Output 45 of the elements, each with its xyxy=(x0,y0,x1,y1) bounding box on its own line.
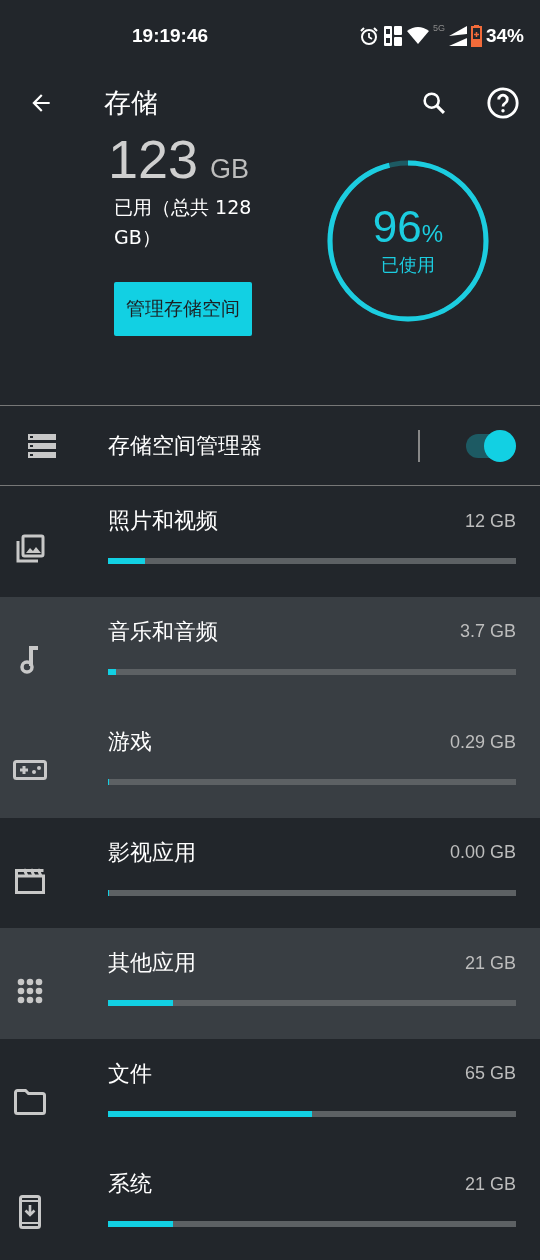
category-size: 0.29 GB xyxy=(449,731,516,753)
category-name: 影视应用 xyxy=(108,838,196,867)
phone-download-icon xyxy=(19,1195,41,1230)
sim-icon xyxy=(382,25,403,47)
percent-value: 96 xyxy=(372,205,422,249)
category-size: 21 GB xyxy=(464,1173,516,1195)
percent-sign: % xyxy=(421,220,444,248)
photo-library-icon xyxy=(14,533,46,566)
used-unit: GB xyxy=(210,154,250,185)
used-amount: 123 xyxy=(108,130,199,190)
list-icon xyxy=(28,433,56,458)
category-name: 游戏 xyxy=(108,728,152,756)
help-icon xyxy=(486,86,520,120)
category-name: 系统 xyxy=(108,1170,152,1198)
wifi-icon xyxy=(406,27,429,45)
category-size: 0.00 GB xyxy=(449,842,516,863)
category-size: 65 GB xyxy=(464,1063,516,1084)
search-icon xyxy=(420,89,448,117)
category-name: 照片和视频 xyxy=(108,507,218,535)
gamepad-icon xyxy=(13,760,47,781)
clapperboard-icon xyxy=(15,867,45,894)
apps-grid-icon xyxy=(17,978,43,1005)
storage-manager-switch[interactable] xyxy=(464,429,516,462)
category-row[interactable]: 游戏 0.29 GB xyxy=(0,707,540,818)
used-caption: 已用（总共 128 GB） xyxy=(114,195,253,250)
battery-percent: 34% xyxy=(485,25,524,47)
storage-manager-label: 存储空间管理器 xyxy=(108,431,263,460)
network-label: 5G xyxy=(432,23,445,33)
category-row[interactable]: 其他应用 21 GB xyxy=(0,928,540,1039)
page-title: 存储 xyxy=(104,86,159,120)
category-size: 3.7 GB xyxy=(459,621,516,642)
category-name: 音乐和音频 xyxy=(108,617,218,646)
battery-icon xyxy=(470,25,482,47)
category-row[interactable]: 音乐和音频 3.7 GB xyxy=(0,596,540,707)
music-note-icon xyxy=(20,645,40,674)
category-size: 21 GB xyxy=(464,952,516,974)
category-size: 12 GB xyxy=(464,510,516,532)
folder-icon xyxy=(14,1088,46,1115)
alarm-icon xyxy=(358,26,379,46)
manage-storage-button[interactable]: 管理存储空间 xyxy=(114,282,252,337)
category-name: 其他应用 xyxy=(108,949,196,977)
category-name: 文件 xyxy=(108,1059,152,1088)
percent-caption: 已使用 xyxy=(381,253,435,277)
signal-icon xyxy=(448,26,467,46)
status-time: 19:19:46 xyxy=(132,25,209,47)
